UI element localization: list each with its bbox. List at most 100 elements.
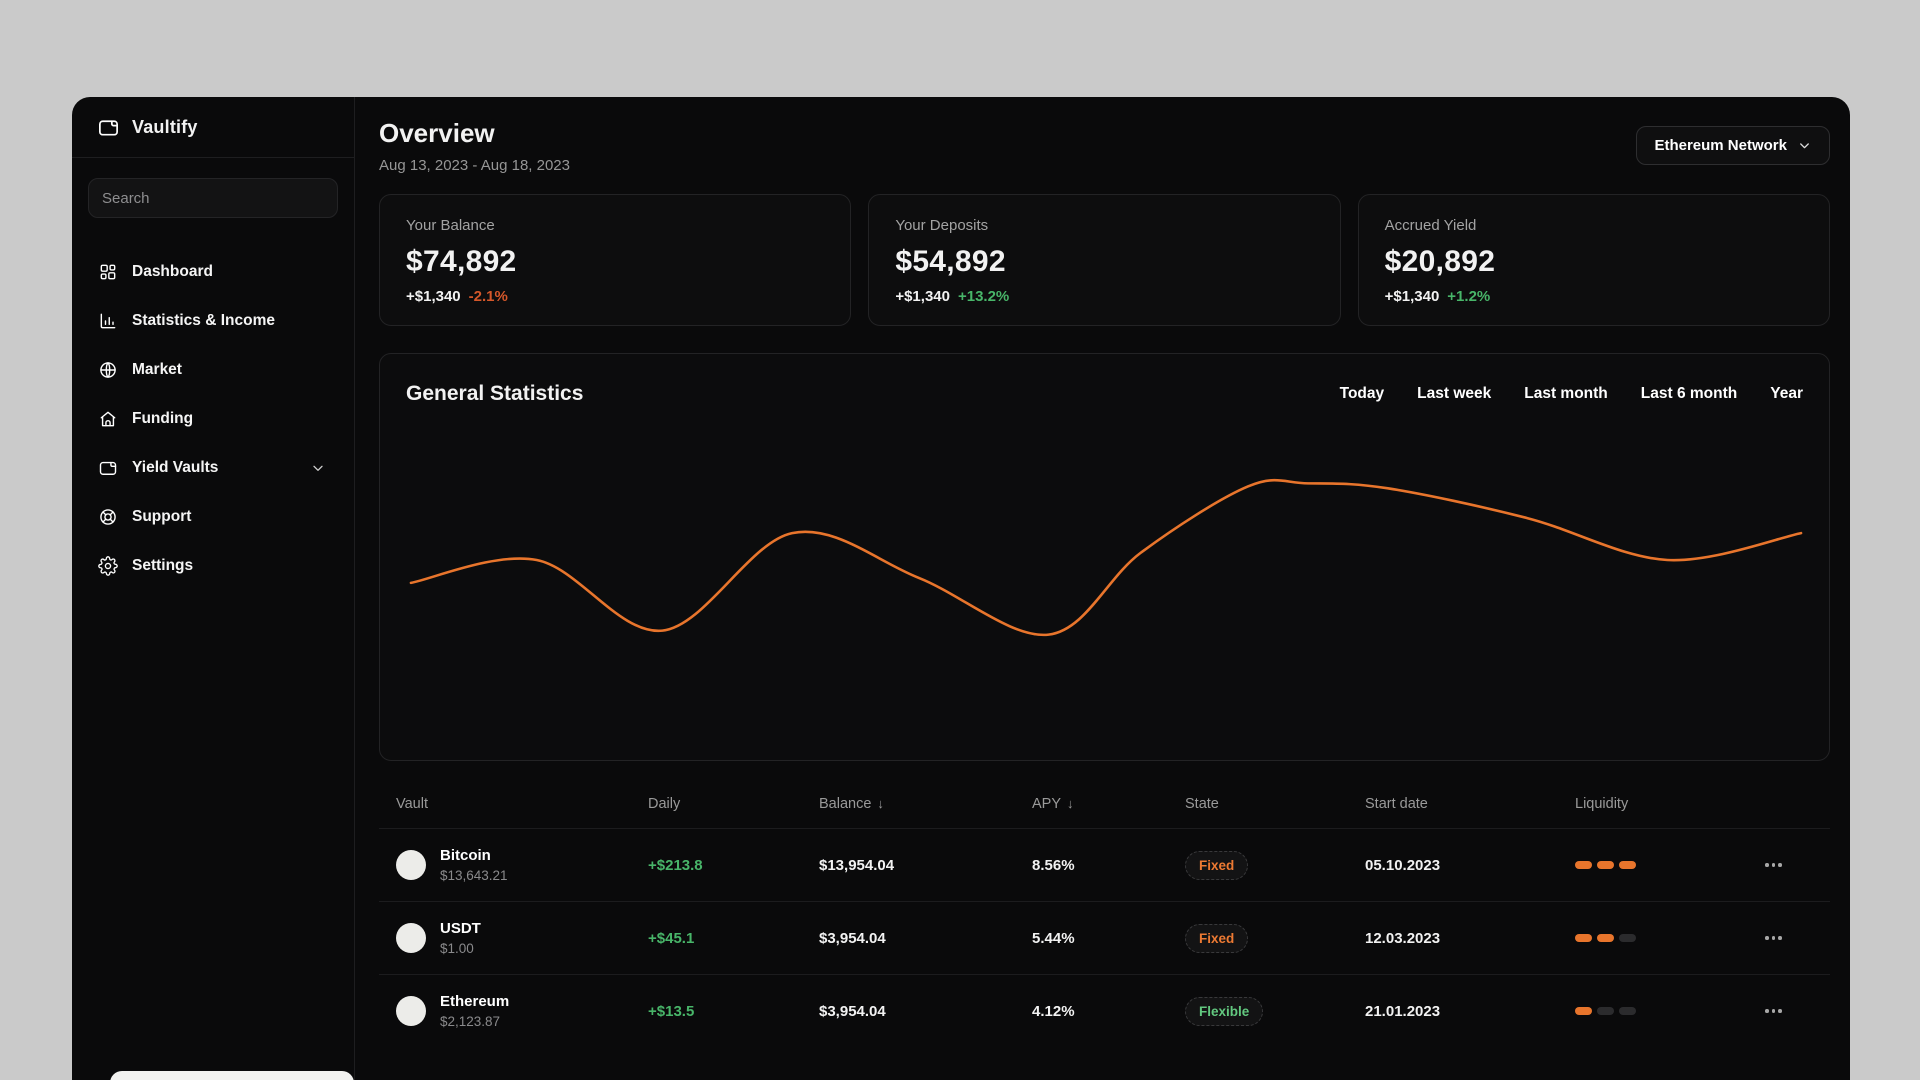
state-badge: Fixed	[1185, 923, 1249, 953]
apy-value: 4.12%	[1032, 1002, 1075, 1020]
liquidity-pill	[1575, 1007, 1592, 1015]
liquidity-meter	[1575, 1007, 1759, 1015]
search-input[interactable]	[102, 189, 324, 207]
card-value: $74,892	[406, 245, 517, 278]
sidebar-item-label: Dashboard	[132, 262, 213, 280]
wallet-icon	[99, 119, 118, 136]
delta-amount: +$1,340	[1384, 288, 1440, 305]
bar-chart-icon	[100, 313, 116, 328]
apy-value: 5.44%	[1032, 929, 1075, 947]
balance-value: $3,954.04	[819, 929, 886, 947]
filter-last-month[interactable]: Last month	[1524, 385, 1608, 403]
network-selector-button[interactable]: Ethereum Network	[1636, 126, 1830, 165]
asset-name: USDT	[440, 920, 481, 937]
column-header-state: State	[1185, 795, 1219, 812]
delta-percent: +13.2%	[957, 288, 1010, 305]
liquidity-meter	[1575, 861, 1759, 869]
liquidity-pill	[1597, 934, 1614, 942]
asset-name: Ethereum	[440, 993, 510, 1010]
asset-price: $13,643.21	[440, 868, 508, 883]
search-field	[88, 178, 338, 218]
liquidity-pill	[1597, 861, 1614, 869]
chart-line-series	[409, 478, 1803, 637]
card-label: Accrued Yield	[1384, 217, 1477, 234]
sidebar-item-market[interactable]: Market	[72, 345, 354, 394]
filter-last-6-month[interactable]: Last 6 month	[1641, 385, 1737, 403]
filter-today[interactable]: Today	[1340, 385, 1385, 403]
stat-cards: Your Balance $74,892 +$1,340 -2.1% Your …	[379, 194, 1830, 326]
sidebar-item-label: Yield Vaults	[132, 458, 219, 476]
table-row-usdt: USDT $1.00 +$45.1 $3,954.04 5.44% Fixed …	[379, 901, 1830, 974]
sidebar-item-yield-vaults[interactable]: Yield Vaults	[72, 443, 354, 492]
balance-value: $13,954.04	[819, 856, 895, 874]
sidebar-item-statistics-income[interactable]: Statistics & Income	[72, 296, 354, 345]
row-menu-button[interactable]	[1759, 930, 1788, 946]
sidebar-bottom-card	[110, 1071, 354, 1080]
sidebar-item-label: Funding	[132, 409, 194, 427]
filter-year[interactable]: Year	[1770, 385, 1803, 403]
start-date-value: 12.03.2023	[1365, 929, 1441, 947]
sidebar-item-label: Support	[132, 507, 192, 525]
sort-arrow-icon: ↓	[1067, 796, 1074, 811]
logo: Vaultify	[72, 97, 354, 158]
globe-icon	[100, 361, 116, 378]
liquidity-meter	[1575, 934, 1759, 942]
card-value: $20,892	[1384, 245, 1496, 278]
sidebar-item-settings[interactable]: Settings	[72, 541, 354, 590]
filter-last-week[interactable]: Last week	[1417, 385, 1491, 403]
start-date-value: 21.01.2023	[1365, 1002, 1441, 1020]
asset-name: Bitcoin	[440, 847, 491, 864]
sidebar: Vaultify Dashboard Statistics & Income	[72, 97, 355, 1080]
table-row-bitcoin: Bitcoin $13,643.21 +$213.8 $13,954.04 8.…	[379, 828, 1830, 901]
card-value: $54,892	[895, 245, 1006, 278]
vaults-table: Vault Daily Balance ↓ APY ↓ State Start da…	[379, 779, 1830, 1047]
column-header-apy[interactable]: APY ↓	[1032, 796, 1185, 812]
sort-arrow-icon: ↓	[877, 796, 884, 811]
stat-card-balance: Your Balance $74,892 +$1,340 -2.1%	[379, 194, 852, 326]
sidebar-item-funding[interactable]: Funding	[72, 394, 354, 443]
liquidity-pill	[1619, 861, 1636, 869]
delta-amount: +$1,340	[406, 288, 461, 305]
liquidity-pill	[1619, 1007, 1636, 1015]
main-content: Overview Aug 13, 2023 - Aug 18, 2023 Eth…	[355, 97, 1850, 1080]
column-header-vault: Vault	[396, 795, 428, 812]
card-label: Your Deposits	[895, 217, 989, 234]
liquidity-pill	[1575, 861, 1592, 869]
stat-card-deposits: Your Deposits $54,892 +$1,340 +13.2%	[868, 194, 1341, 326]
home-icon	[100, 411, 116, 426]
daily-change: +$13.5	[648, 1002, 695, 1020]
lifebuoy-icon	[100, 508, 116, 525]
time-filters: Today Last week Last month Last 6 month …	[1340, 385, 1803, 403]
wallet-icon	[99, 461, 117, 475]
liquidity-pill	[1597, 1007, 1614, 1015]
balance-value: $3,954.04	[819, 1002, 886, 1020]
start-date-value: 05.10.2023	[1365, 856, 1441, 874]
asset-avatar	[396, 923, 426, 953]
sidebar-item-support[interactable]: Support	[72, 492, 354, 541]
gear-icon	[98, 555, 118, 576]
stat-card-accrued-yield: Accrued Yield $20,892 +$1,340 +1.2%	[1357, 194, 1830, 326]
chevron-down-icon	[313, 465, 323, 471]
row-menu-button[interactable]	[1759, 1003, 1788, 1019]
dashboard-window: Vaultify Dashboard Statistics & Income	[72, 97, 1850, 1080]
sidebar-item-label: Statistics & Income	[132, 311, 275, 329]
date-range: Aug 13, 2023 - Aug 18, 2023	[379, 157, 570, 174]
daily-change: +$213.8	[648, 856, 703, 874]
column-header-liquidity: Liquidity	[1575, 795, 1629, 812]
sidebar-item-label: Market	[132, 360, 182, 378]
sidebar-item-dashboard[interactable]: Dashboard	[72, 247, 354, 296]
row-menu-button[interactable]	[1759, 857, 1788, 873]
liquidity-pill	[1575, 934, 1592, 942]
asset-price: $1.00	[440, 941, 474, 956]
network-selector-label: Ethereum Network	[1654, 137, 1787, 154]
asset-price: $2,123.87	[440, 1014, 501, 1029]
state-badge: Flexible	[1185, 996, 1264, 1026]
column-header-start-date: Start date	[1365, 795, 1428, 812]
delta-percent: +1.2%	[1447, 288, 1491, 305]
daily-change: +$45.1	[648, 929, 695, 947]
column-header-daily: Daily	[648, 795, 681, 812]
card-label: Your Balance	[406, 217, 495, 234]
column-header-balance[interactable]: Balance ↓	[819, 796, 1032, 812]
apy-value: 8.56%	[1032, 856, 1075, 874]
sidebar-item-label: Settings	[132, 556, 194, 574]
